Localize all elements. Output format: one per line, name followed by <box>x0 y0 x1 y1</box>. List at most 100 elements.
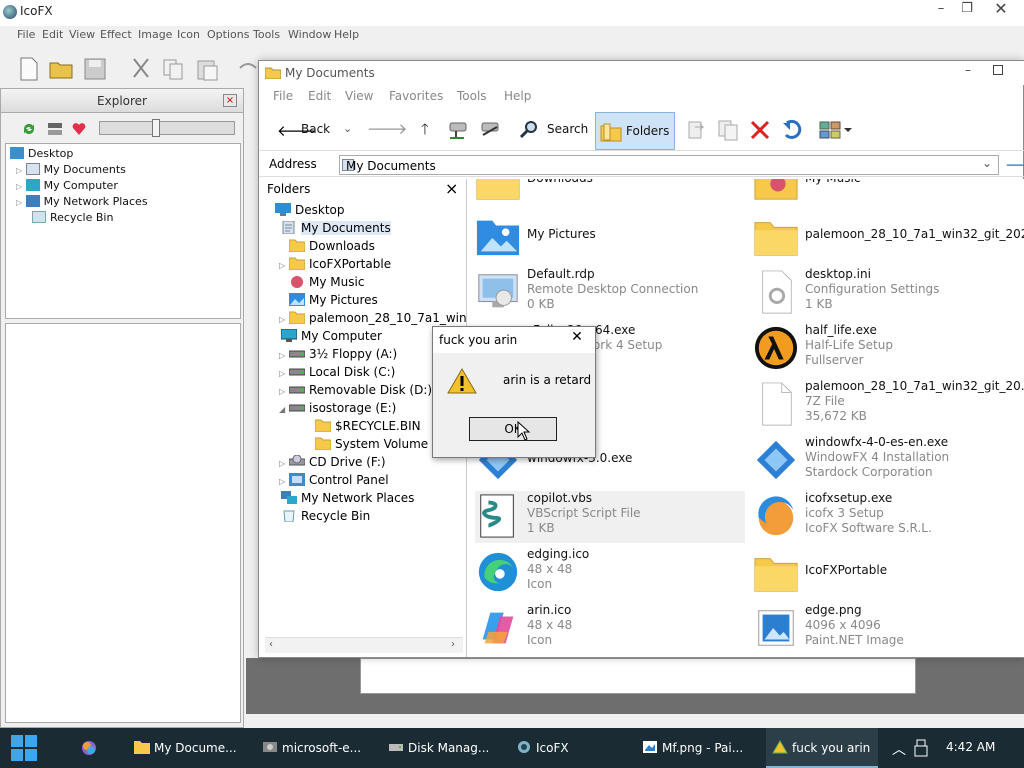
menu-tools[interactable]: Tools <box>253 28 280 41</box>
copy-to-icon[interactable] <box>717 119 739 141</box>
file-item[interactable]: windowfx-4-0-es-en.exe WindowFX 4 Install… <box>753 435 1023 487</box>
undo-icon[interactable] <box>781 119 803 141</box>
search-button[interactable]: Search <box>519 117 593 143</box>
undo-icon[interactable] <box>234 56 260 82</box>
delete-icon[interactable] <box>749 119 771 141</box>
menu-window[interactable]: Window <box>288 28 331 41</box>
file-item[interactable]: My Music <box>753 179 1023 207</box>
menu-tools[interactable]: Tools <box>457 89 487 103</box>
folder-tree-item[interactable]: Downloads <box>279 237 375 255</box>
paste-icon[interactable] <box>194 56 220 82</box>
taskbar-item[interactable]: microsoft-e... <box>256 728 369 768</box>
new-file-icon[interactable] <box>16 56 42 82</box>
maximize-button[interactable] <box>993 65 1003 75</box>
disconnect-drive-icon[interactable] <box>479 117 503 141</box>
go-arrow-icon[interactable]: 🡒 <box>1005 155 1024 174</box>
menu-image[interactable]: Image <box>138 28 172 41</box>
ok-button[interactable]: OK <box>469 417 557 441</box>
folder-tree-item[interactable]: ▷ Control Panel <box>279 471 389 489</box>
tree-item-my-network-places[interactable]: ▷ My Network Places <box>16 194 148 210</box>
file-item[interactable]: copilot.vbs VBScript Script File 1 KB <box>475 491 745 543</box>
refresh-icon[interactable] <box>21 121 37 137</box>
tree-item-my-documents[interactable]: ▷ My Documents <box>16 162 126 178</box>
file-item[interactable]: My Pictures <box>475 211 745 263</box>
menu-icon[interactable]: Icon <box>177 28 200 41</box>
folder-tree-item[interactable]: ▷ CD Drive (F:) <box>279 453 386 471</box>
folder-tree-item[interactable]: Recycle Bin <box>271 507 370 525</box>
folder-tree-item[interactable]: Desktop <box>265 201 345 219</box>
tree-item-recycle-bin[interactable]: Recycle Bin <box>32 210 113 226</box>
file-item[interactable]: edging.ico 48 x 48 Icon <box>475 547 745 599</box>
file-item[interactable]: Downloads <box>475 179 745 207</box>
file-item[interactable]: palemoon_28_10_7a1_win32_git_20... 7Z Fil… <box>753 379 1024 431</box>
close-button[interactable]: ✕ <box>984 0 1018 20</box>
open-folder-icon[interactable] <box>48 56 74 82</box>
menu-view[interactable]: View <box>69 28 95 41</box>
message-box-close-button[interactable]: ✕ <box>565 329 589 349</box>
folder-tree-item[interactable]: ▷ Local Disk (C:) <box>279 363 395 381</box>
save-icon[interactable] <box>82 56 108 82</box>
menu-help[interactable]: Help <box>504 89 531 103</box>
menu-view[interactable]: View <box>345 89 373 103</box>
folder-tree-item[interactable]: ▷ palemoon_28_10_7a1_win <box>279 309 467 327</box>
folder-tree-item[interactable]: My Network Places <box>271 489 414 507</box>
file-item[interactable]: edge.png 4096 x 4096 Paint.NET Image <box>753 603 1023 655</box>
folder-tree-item[interactable]: My Documents <box>271 219 391 237</box>
copy-icon[interactable] <box>160 56 186 82</box>
folders-button[interactable]: Folders <box>595 112 675 150</box>
zoom-slider-thumb[interactable] <box>152 119 160 137</box>
taskbar-item[interactable]: Mf.png - Pai... <box>636 728 751 768</box>
scroll-right-icon[interactable]: › <box>451 639 455 650</box>
views-icon[interactable] <box>819 119 853 141</box>
copilot-icon[interactable] <box>80 739 98 757</box>
menu-edit[interactable]: Edit <box>308 89 331 103</box>
folder-tree-item[interactable]: ◢ isostorage (E:) <box>279 399 396 417</box>
usb-icon[interactable] <box>914 739 928 757</box>
file-item[interactable]: half_life.exe Half-Life Setup Fullserver <box>753 323 1023 375</box>
move-to-icon[interactable] <box>685 119 707 141</box>
folder-tree-item[interactable]: ▷ IcoFXPortable <box>279 255 391 273</box>
menu-favorites[interactable]: Favorites <box>389 89 443 103</box>
maximize-button[interactable]: ❐ <box>950 0 984 20</box>
menu-file[interactable]: File <box>273 89 293 103</box>
file-item[interactable]: arin.ico 48 x 48 Icon <box>475 603 745 655</box>
clock[interactable]: 4:42 AM <box>946 740 995 754</box>
menu-file[interactable]: File <box>17 28 35 41</box>
scroll-left-icon[interactable]: ‹ <box>269 639 273 650</box>
image-canvas[interactable] <box>360 658 916 694</box>
taskbar-item[interactable]: fuck you arin <box>766 728 879 768</box>
folder-tree-item[interactable]: System Volume In <box>305 435 443 453</box>
chevron-down-icon[interactable]: ⌄ <box>982 156 992 170</box>
folder-tree-item[interactable]: My Computer <box>271 327 382 345</box>
folder-tree-item[interactable]: My Pictures <box>279 291 378 309</box>
file-item[interactable]: Default.rdp Remote Desktop Connection 0 KB <box>475 267 745 319</box>
start-button[interactable] <box>10 734 38 762</box>
tree-item-desktop[interactable]: Desktop <box>10 146 73 162</box>
chevron-up-icon[interactable]: ︿ <box>892 739 906 759</box>
favorite-heart-icon[interactable] <box>71 121 87 137</box>
menu-effect[interactable]: Effect <box>100 28 132 41</box>
tree-item-my-computer[interactable]: ▷ My Computer <box>16 178 118 194</box>
folder-tree-item[interactable]: My Music <box>279 273 364 291</box>
zoom-slider[interactable] <box>99 119 235 137</box>
file-item[interactable]: IcoFXPortable <box>753 547 1023 599</box>
folders-close-button[interactable]: × <box>445 179 458 198</box>
address-input[interactable]: My Documents ⌄ <box>339 155 999 175</box>
explorer-close-button[interactable]: × <box>223 94 237 107</box>
taskbar-item[interactable]: IcoFX <box>510 728 577 768</box>
back-button[interactable]: 🡐 Back ⌄ <box>273 119 363 141</box>
minimize-button[interactable]: – <box>965 63 971 77</box>
abc-icon[interactable] <box>47 121 63 137</box>
folder-tree-item[interactable]: ▷ Removable Disk (D:) <box>279 381 432 399</box>
up-arrow-icon[interactable]: 🡑 <box>421 119 429 144</box>
folder-tree-item[interactable]: ▷ 3½ Floppy (A:) <box>279 345 397 363</box>
folder-tree-item[interactable]: $RECYCLE.BIN <box>305 417 421 435</box>
menu-edit[interactable]: Edit <box>42 28 63 41</box>
taskbar-item[interactable]: Disk Manag... <box>382 728 497 768</box>
file-item[interactable]: desktop.ini Configuration Settings 1 KB <box>753 267 1023 319</box>
horizontal-scrollbar[interactable]: ‹ › <box>265 637 463 653</box>
cut-icon[interactable] <box>128 56 154 82</box>
file-item[interactable]: icofxsetup.exe icofx 3 Setup IcoFX Softwar… <box>753 491 1023 543</box>
menu-help[interactable]: Help <box>334 28 359 41</box>
expand-toggle-icon[interactable]: ◢ <box>279 401 289 419</box>
